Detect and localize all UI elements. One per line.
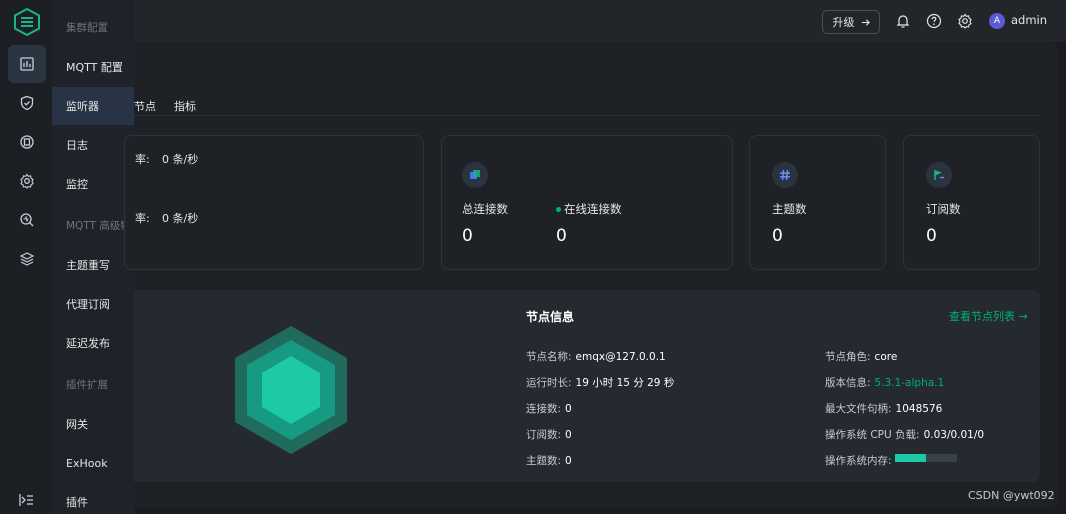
management-icon: [20, 135, 34, 149]
hash-icon: [772, 162, 798, 188]
submenu-item-exhook[interactable]: ExHook: [52, 444, 134, 482]
node-hexagon-graphic: [235, 326, 347, 454]
rail-dashboard[interactable]: [8, 45, 46, 83]
topics-card: 主题数 0: [749, 135, 886, 270]
outgoing-rate-value: 0 条/秒: [162, 212, 199, 225]
connections-row: 连接数: 0: [526, 403, 572, 415]
watermark: CSDN @ywt092: [968, 489, 1055, 502]
submenu-item-monitoring[interactable]: 监控: [52, 165, 134, 203]
rail-extensions[interactable]: [8, 240, 46, 278]
connections-card: 总连接数 0 在线连接数 0: [441, 135, 733, 270]
submenu-item-listeners[interactable]: 监听器: [52, 87, 134, 125]
online-connections-label-wrap: 在线连接数: [556, 201, 622, 217]
rail-access-control[interactable]: [8, 84, 46, 122]
node-role-row: 节点角色: core: [825, 351, 898, 363]
diagnose-icon: [20, 213, 34, 227]
submenu-item-logs[interactable]: 日志: [52, 126, 134, 164]
submenu-item-delayed-publish[interactable]: 延迟发布: [52, 324, 134, 362]
bell-icon[interactable]: [895, 13, 911, 29]
collapse-menu-icon[interactable]: [18, 493, 34, 507]
gear-icon[interactable]: [957, 13, 973, 29]
max-fds-row: 最大文件句柄: 1048576: [825, 403, 943, 415]
subscriptions-row: 订阅数: 0: [526, 429, 572, 441]
subscriptions-label: 订阅数: [926, 202, 961, 216]
upgrade-button[interactable]: 升级: [822, 10, 880, 34]
incoming-rate-value: 0 条/秒: [162, 153, 199, 166]
online-connections-value: 0: [556, 226, 567, 246]
flag-icon: [926, 162, 952, 188]
outgoing-rate-label: 率:: [135, 212, 150, 225]
user-name[interactable]: admin: [1011, 13, 1047, 27]
connections-icon: [462, 162, 488, 188]
avatar[interactable]: A: [989, 13, 1005, 29]
rail-settings[interactable]: [8, 162, 46, 200]
node-info-title: 节点信息: [526, 310, 575, 324]
total-connections-label: 总连接数: [462, 202, 508, 216]
submenu-item-topic-rewrite[interactable]: 主题重写: [52, 246, 134, 284]
subscriptions-value: 0: [926, 226, 937, 246]
tab-nodes[interactable]: 节点: [134, 98, 156, 114]
uptime-row: 运行时长: 19 小时 15 分 29 秒: [526, 377, 675, 389]
memory-usage-bar: [895, 454, 957, 462]
incoming-rate-label: 率:: [135, 153, 150, 166]
online-status-dot: [556, 207, 561, 212]
submenu-group-cluster: 集群配置: [66, 21, 108, 34]
node-info-panel: 节点信息 查看节点列表 → 节点名称: emqx@127.0.0.1 运行时长: 1…: [134, 290, 1040, 482]
topics-row: 主题数: 0: [526, 455, 572, 467]
version-row: 版本信息: 5.3.1-alpha.1: [825, 377, 945, 389]
rail-diagnose[interactable]: [8, 201, 46, 239]
management-submenu: 集群配置 MQTT 配置 监听器 日志 监控 MQTT 高级特性 主题重写 代理…: [52, 0, 142, 514]
rail-management[interactable]: [8, 123, 46, 161]
submenu-group-extensions: 插件扩展: [66, 378, 108, 391]
upgrade-label: 升级: [832, 16, 855, 29]
dashboard-tabs: 节点 指标: [134, 92, 1040, 116]
view-node-list-link[interactable]: 查看节点列表 →: [949, 308, 1028, 324]
shield-icon: [20, 95, 34, 111]
topics-value: 0: [772, 226, 783, 246]
memory-usage-fill: [895, 454, 926, 462]
message-rate-card: 率: 0 条/秒 率: 0 条/秒: [124, 135, 424, 270]
subscriptions-card: 订阅数 0: [903, 135, 1040, 270]
help-icon[interactable]: [926, 13, 942, 29]
tab-metrics[interactable]: 指标: [174, 98, 196, 114]
submenu-item-auto-subscribe[interactable]: 代理订阅: [52, 285, 134, 323]
cpu-load-row: 操作系统 CPU 负载: 0.03/0.01/0: [825, 429, 985, 441]
submenu-group-mqtt-advanced: MQTT 高级特性: [66, 219, 142, 232]
submenu-item-plugins[interactable]: 插件: [52, 483, 134, 514]
online-connections-label: 在线连接数: [564, 202, 622, 216]
arrow-right-icon: [861, 18, 870, 26]
layers-icon: [19, 252, 35, 266]
dashboard-icon: [20, 57, 34, 71]
logo-icon[interactable]: [13, 8, 41, 36]
topics-label: 主题数: [772, 202, 807, 216]
icon-rail: [0, 0, 52, 514]
os-memory-row: 操作系统内存:: [825, 455, 892, 467]
node-name-row: 节点名称: emqx@127.0.0.1: [526, 351, 666, 363]
total-connections-value: 0: [462, 226, 473, 246]
submenu-item-gateway[interactable]: 网关: [52, 405, 134, 443]
submenu-item-mqtt-config[interactable]: MQTT 配置: [52, 48, 134, 86]
settings-icon: [20, 173, 34, 189]
